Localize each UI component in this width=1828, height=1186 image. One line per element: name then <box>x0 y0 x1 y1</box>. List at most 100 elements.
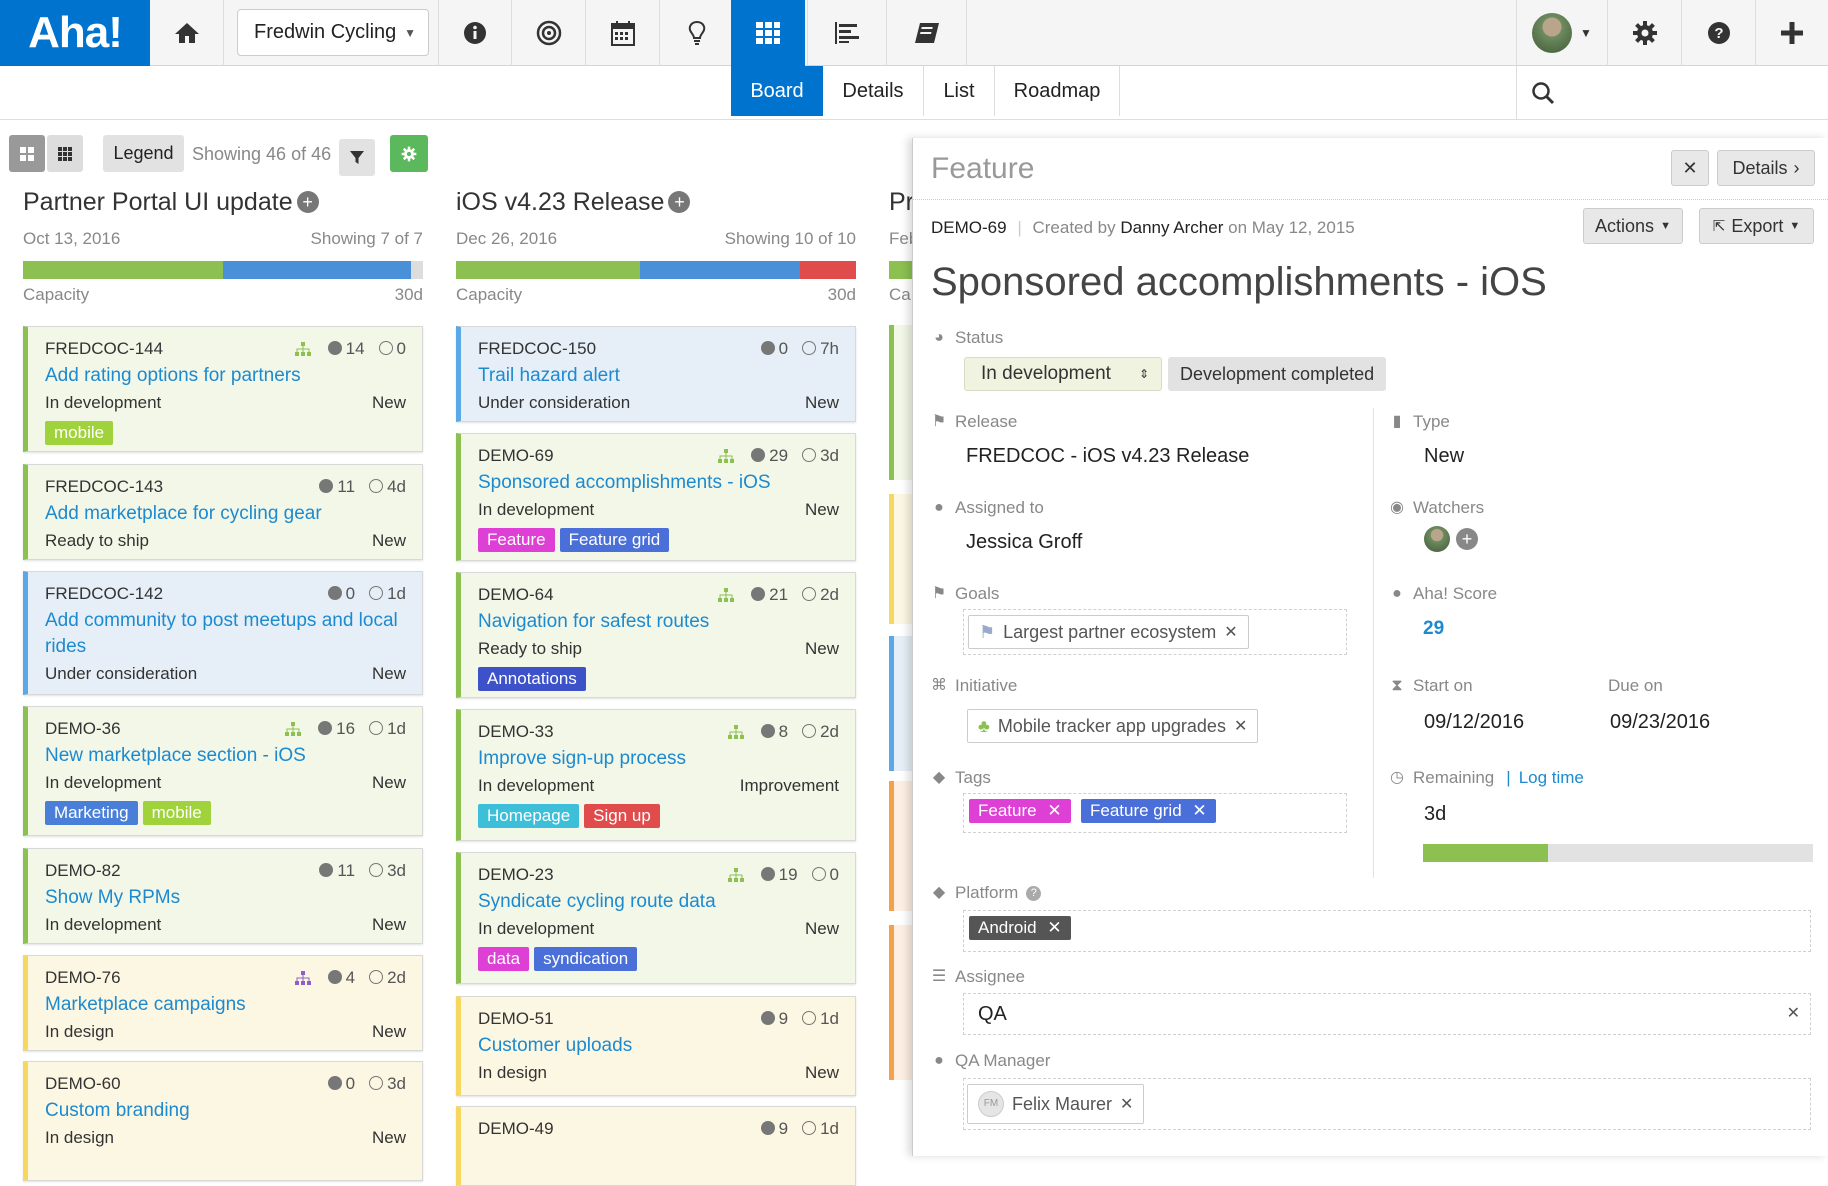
score-value[interactable]: 29 <box>1423 618 1444 640</box>
feature-card[interactable]: DEMO-36 16 1d New marketplace section - iOS… <box>23 706 423 836</box>
tag-chip[interactable]: Marketing <box>45 801 138 825</box>
feature-card[interactable]: DEMO-76 4 2d Marketplace campaigns In design… <box>23 955 423 1051</box>
status-select[interactable]: In development ⇕ <box>964 357 1162 391</box>
feature-card[interactable]: DEMO-69 29 3d Sponsored accomplishments - i… <box>456 433 856 561</box>
tag-chip[interactable]: Sign up <box>584 804 660 828</box>
workspace-selector[interactable]: Fredwin Cycling ▼ <box>237 9 429 56</box>
tag-chip[interactable]: mobile <box>142 801 211 825</box>
feature-card[interactable]: FREDCOC-142 0 1d Add community to post meet… <box>23 571 423 695</box>
card-edge[interactable] <box>889 781 912 911</box>
tag-chip[interactable]: Feature <box>478 528 555 552</box>
log-time-link[interactable]: Log time <box>1519 768 1584 788</box>
clear-icon[interactable]: ✕ <box>1787 1003 1800 1023</box>
tab-board[interactable]: Board <box>731 66 823 116</box>
feature-card[interactable]: DEMO-33 8 2d Improve sign-up process In deve… <box>456 709 856 841</box>
qa-manager-chip[interactable]: FM Felix Maurer ✕ <box>967 1084 1145 1124</box>
feature-ref[interactable]: DEMO-69 <box>931 218 1007 237</box>
feature-title[interactable]: Show My RPMs <box>45 885 406 911</box>
tag-chip[interactable]: Feature grid ✕ <box>1081 799 1216 823</box>
legend-button[interactable]: Legend <box>103 135 184 172</box>
board-grid-icon[interactable] <box>731 0 805 66</box>
feature-card[interactable]: FREDCOC-150 0 7h Trail hazard alert Under co… <box>456 326 856 422</box>
card-edge[interactable] <box>889 494 912 624</box>
gear-icon[interactable] <box>1608 0 1682 66</box>
remove-icon[interactable]: ✕ <box>1047 918 1061 937</box>
tag-chip[interactable]: Feature ✕ <box>969 799 1071 823</box>
feature-title[interactable]: Improve sign-up process <box>478 746 839 772</box>
release-name[interactable]: Partner Portal UI update <box>23 188 293 216</box>
tab-list[interactable]: List <box>924 66 995 116</box>
feature-title[interactable]: Customer uploads <box>478 1033 839 1059</box>
feature-card[interactable]: FREDCOC-144 14 0 Add rating options for par… <box>23 326 423 452</box>
calendar-icon[interactable] <box>586 0 660 66</box>
feature-card[interactable]: DEMO-64 21 2d Navigation for safest routes R… <box>456 572 856 698</box>
card-edge[interactable] <box>889 925 912 1080</box>
home-icon[interactable] <box>150 0 224 66</box>
info-icon[interactable] <box>438 0 512 66</box>
target-icon[interactable] <box>512 0 586 66</box>
feature-title[interactable]: Add marketplace for cycling gear <box>45 501 406 527</box>
actions-button[interactable]: Actions ▼ <box>1583 208 1683 244</box>
aha-logo[interactable]: Aha! <box>0 0 150 66</box>
add-watcher-icon[interactable]: + <box>1456 528 1478 550</box>
release-value[interactable]: FREDCOC - iOS v4.23 Release <box>966 445 1249 468</box>
add-feature-icon[interactable]: + <box>668 191 691 213</box>
tag-chip[interactable]: Homepage <box>478 804 580 828</box>
add-feature-icon[interactable]: + <box>296 191 319 213</box>
filter-button[interactable] <box>339 139 375 176</box>
tag-chip[interactable]: mobile <box>45 421 114 445</box>
feature-title[interactable]: Navigation for safest routes <box>478 609 839 635</box>
tab-details[interactable]: Details <box>823 66 924 116</box>
remove-icon[interactable]: ✕ <box>1120 1094 1133 1114</box>
feature-card[interactable]: DEMO-49 9 1d <box>456 1106 856 1186</box>
type-value[interactable]: New <box>1424 445 1464 468</box>
platform-chip[interactable]: Android ✕ <box>969 916 1071 940</box>
feature-title[interactable]: Sponsored accomplishments - iOS <box>931 260 1547 305</box>
add-icon[interactable] <box>1756 0 1828 66</box>
tag-chip[interactable]: Annotations <box>478 667 586 691</box>
card-edge[interactable] <box>889 636 912 771</box>
next-status-button[interactable]: Development completed <box>1168 357 1387 391</box>
qa-manager-field[interactable]: FM Felix Maurer ✕ <box>963 1078 1811 1130</box>
feature-card[interactable]: FREDCOC-143 11 4d Add marketplace for cycli… <box>23 464 423 560</box>
help-icon[interactable]: ? <box>1026 885 1042 901</box>
compact-view-toggle[interactable] <box>47 135 83 172</box>
start-value[interactable]: 09/12/2016 <box>1424 711 1524 734</box>
release-title[interactable]: iOS v4.23 Release + <box>456 188 856 217</box>
user-menu[interactable]: ▼ <box>1516 0 1608 66</box>
remove-icon[interactable]: ✕ <box>1224 622 1237 642</box>
release-name[interactable]: iOS v4.23 Release <box>456 188 664 216</box>
tag-chip[interactable]: data <box>478 947 530 971</box>
export-button[interactable]: ⇱ Export ▼ <box>1699 208 1814 244</box>
close-panel-button[interactable]: ✕ <box>1671 150 1709 186</box>
card-view-toggle[interactable] <box>9 135 45 172</box>
feature-title[interactable]: Custom branding <box>45 1098 406 1124</box>
tab-roadmap[interactable]: Roadmap <box>995 66 1120 116</box>
assigned-value[interactable]: Jessica Groff <box>966 531 1082 554</box>
lightbulb-icon[interactable] <box>660 0 734 66</box>
assignee-field[interactable]: QA ✕ <box>963 993 1811 1035</box>
release-title[interactable]: Partner Portal UI update + <box>23 188 423 217</box>
feature-title[interactable]: New marketplace section - iOS <box>45 743 406 769</box>
remove-icon[interactable]: ✕ <box>1047 801 1061 820</box>
initiative-chip[interactable]: ♣ Mobile tracker app upgrades ✕ <box>967 709 1259 743</box>
goals-field[interactable]: ⚑ Largest partner ecosystem ✕ <box>963 609 1347 655</box>
feature-title[interactable]: Syndicate cycling route data <box>478 889 839 915</box>
watcher-avatar[interactable] <box>1424 526 1450 552</box>
tags-field[interactable]: Feature ✕ Feature grid ✕ <box>963 793 1347 833</box>
feature-title[interactable]: Add rating options for partners <box>45 363 406 389</box>
feature-card[interactable]: DEMO-23 19 0 Syndicate cycling route data In… <box>456 852 856 984</box>
remove-icon[interactable]: ✕ <box>1234 716 1247 736</box>
feature-title[interactable]: Add community to post meetups and local … <box>45 608 406 660</box>
goal-chip[interactable]: ⚑ Largest partner ecosystem ✕ <box>968 615 1249 649</box>
feature-card[interactable]: DEMO-51 9 1d Customer uploads In design New <box>456 996 856 1096</box>
board-settings-button[interactable] <box>390 135 428 172</box>
platform-field[interactable]: Android ✕ <box>963 910 1811 952</box>
help-icon[interactable]: ? <box>1682 0 1756 66</box>
search-button[interactable] <box>1516 66 1828 120</box>
roadmap-bars-icon[interactable] <box>807 0 887 66</box>
feature-card[interactable]: DEMO-60 0 3d Custom branding In design New <box>23 1061 423 1181</box>
feature-title[interactable]: Sponsored accomplishments - iOS <box>478 470 839 496</box>
tag-chip[interactable]: syndication <box>534 947 638 971</box>
tag-chip[interactable]: Feature grid <box>559 528 670 552</box>
